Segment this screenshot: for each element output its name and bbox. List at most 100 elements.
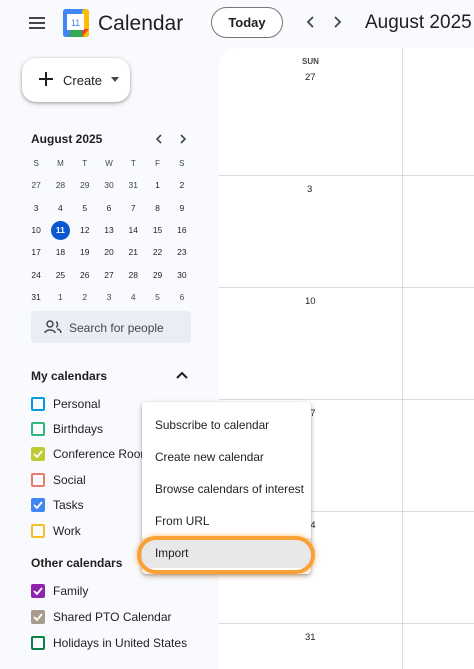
logo-number: 11 <box>71 18 80 28</box>
previous-period-icon[interactable] <box>301 12 321 32</box>
month-grid: SUN 27 3 10 17 24 31 <box>219 48 474 669</box>
calendar-item-birthdays[interactable]: Birthdays <box>31 420 103 438</box>
create-button[interactable]: Create <box>22 58 130 102</box>
mini-day[interactable]: 30 <box>170 270 194 280</box>
calendar-label: Shared PTO Calendar <box>53 610 172 624</box>
checkbox-checked[interactable] <box>31 610 45 624</box>
checkbox[interactable] <box>31 397 45 411</box>
mini-day[interactable]: 5 <box>73 203 97 213</box>
caret-down-icon <box>111 77 119 82</box>
next-period-icon[interactable] <box>327 12 347 32</box>
calendar-label: Conference Room <box>53 447 151 461</box>
mini-day-today[interactable]: 11 <box>48 220 72 240</box>
chevron-up-icon[interactable] <box>174 368 190 382</box>
mini-calendar-grid: S M T W T F S 27 28 29 30 31 1 2 3 4 5 6… <box>24 152 194 308</box>
mini-day[interactable]: 2 <box>73 292 97 302</box>
mini-day[interactable]: 29 <box>73 180 97 190</box>
mini-day[interactable]: 1 <box>48 292 72 302</box>
calendar-item-social[interactable]: Social <box>31 471 86 489</box>
checkbox[interactable] <box>31 422 45 436</box>
my-calendars-title[interactable]: My calendars <box>31 369 107 383</box>
mini-day[interactable]: 2 <box>170 180 194 190</box>
checkbox[interactable] <box>31 524 45 538</box>
mini-day[interactable]: 10 <box>24 225 48 235</box>
mini-day[interactable]: 27 <box>24 180 48 190</box>
mini-day[interactable]: 28 <box>48 180 72 190</box>
mini-day[interactable]: 8 <box>145 203 169 213</box>
checkbox[interactable] <box>31 473 45 487</box>
calendar-label: Family <box>53 584 89 598</box>
check-icon <box>33 450 43 458</box>
mini-day[interactable]: 31 <box>24 292 48 302</box>
mini-day[interactable]: 31 <box>121 180 145 190</box>
mini-day[interactable]: 6 <box>97 203 121 213</box>
day-number[interactable]: 3 <box>307 184 312 195</box>
main-menu-icon[interactable] <box>27 14 47 32</box>
mini-day[interactable]: 15 <box>145 225 169 235</box>
weekday-label: F <box>155 158 160 168</box>
other-calendars-title[interactable]: Other calendars <box>31 556 122 570</box>
calendar-item-personal[interactable]: Personal <box>31 395 100 413</box>
mini-day[interactable]: 3 <box>24 203 48 213</box>
mini-weekday-row: S M T W T F S <box>24 152 194 174</box>
calendar-label: Birthdays <box>53 422 104 436</box>
search-people-input[interactable]: Search for people <box>31 311 191 343</box>
mini-day[interactable]: 12 <box>73 225 97 235</box>
weekday-label: S <box>33 158 39 168</box>
mini-day[interactable]: 5 <box>145 292 169 302</box>
checkbox-checked[interactable] <box>31 498 45 512</box>
mini-day[interactable]: 28 <box>121 270 145 280</box>
menu-item-browse[interactable]: Browse calendars of interest <box>142 474 311 504</box>
menu-item-import[interactable]: Import <box>142 538 311 568</box>
mini-week-row: 24 25 26 27 28 29 30 <box>24 263 194 285</box>
day-number[interactable]: 31 <box>305 632 316 643</box>
mini-day[interactable]: 9 <box>170 203 194 213</box>
weekday-label: T <box>82 158 88 168</box>
mini-day[interactable]: 22 <box>145 247 169 257</box>
calendar-item-tasks[interactable]: Tasks <box>31 496 84 514</box>
mini-day[interactable]: 14 <box>121 225 145 235</box>
checkbox[interactable] <box>31 636 45 650</box>
mini-day[interactable]: 30 <box>97 180 121 190</box>
mini-day[interactable]: 1 <box>145 180 169 190</box>
weekday-label: W <box>105 158 113 168</box>
day-number[interactable]: 27 <box>305 72 316 83</box>
checkbox-checked[interactable] <box>31 584 45 598</box>
mini-day[interactable]: 3 <box>97 292 121 302</box>
checkbox-checked[interactable] <box>31 447 45 461</box>
mini-day[interactable]: 26 <box>73 270 97 280</box>
today-button[interactable]: Today <box>211 7 283 38</box>
calendar-item-holidays[interactable]: Holidays in United States <box>31 634 187 652</box>
mini-day[interactable]: 21 <box>121 247 145 257</box>
mini-day[interactable]: 7 <box>121 203 145 213</box>
mini-day[interactable]: 6 <box>170 292 194 302</box>
day-number[interactable]: 10 <box>305 296 316 307</box>
mini-day[interactable]: 16 <box>170 225 194 235</box>
mini-day[interactable]: 19 <box>73 247 97 257</box>
mini-day[interactable]: 13 <box>97 225 121 235</box>
mini-day[interactable]: 18 <box>48 247 72 257</box>
mini-next-month-icon[interactable] <box>175 131 191 147</box>
mini-day[interactable]: 24 <box>24 270 48 280</box>
mini-day[interactable]: 17 <box>24 247 48 257</box>
mini-week-row: 10 11 12 13 14 15 16 <box>24 219 194 241</box>
mini-day[interactable]: 20 <box>97 247 121 257</box>
mini-day[interactable]: 29 <box>145 270 169 280</box>
mini-day[interactable]: 25 <box>48 270 72 280</box>
mini-day[interactable]: 27 <box>97 270 121 280</box>
mini-day[interactable]: 4 <box>121 292 145 302</box>
mini-week-row: 27 28 29 30 31 1 2 <box>24 174 194 196</box>
mini-day[interactable]: 4 <box>48 203 72 213</box>
check-icon <box>33 613 43 621</box>
calendar-item-work[interactable]: Work <box>31 522 81 540</box>
menu-item-create-new[interactable]: Create new calendar <box>142 442 311 472</box>
calendar-item-shared-pto[interactable]: Shared PTO Calendar <box>31 608 172 626</box>
app-title: Calendar <box>98 12 184 35</box>
menu-item-subscribe[interactable]: Subscribe to calendar <box>142 410 311 440</box>
menu-item-from-url[interactable]: From URL <box>142 506 311 536</box>
mini-week-row: 3 4 5 6 7 8 9 <box>24 197 194 219</box>
mini-prev-month-icon[interactable] <box>151 131 167 147</box>
calendar-item-conference-room[interactable]: Conference Room <box>31 445 150 463</box>
calendar-item-family[interactable]: Family <box>31 582 88 600</box>
mini-day[interactable]: 23 <box>170 247 194 257</box>
